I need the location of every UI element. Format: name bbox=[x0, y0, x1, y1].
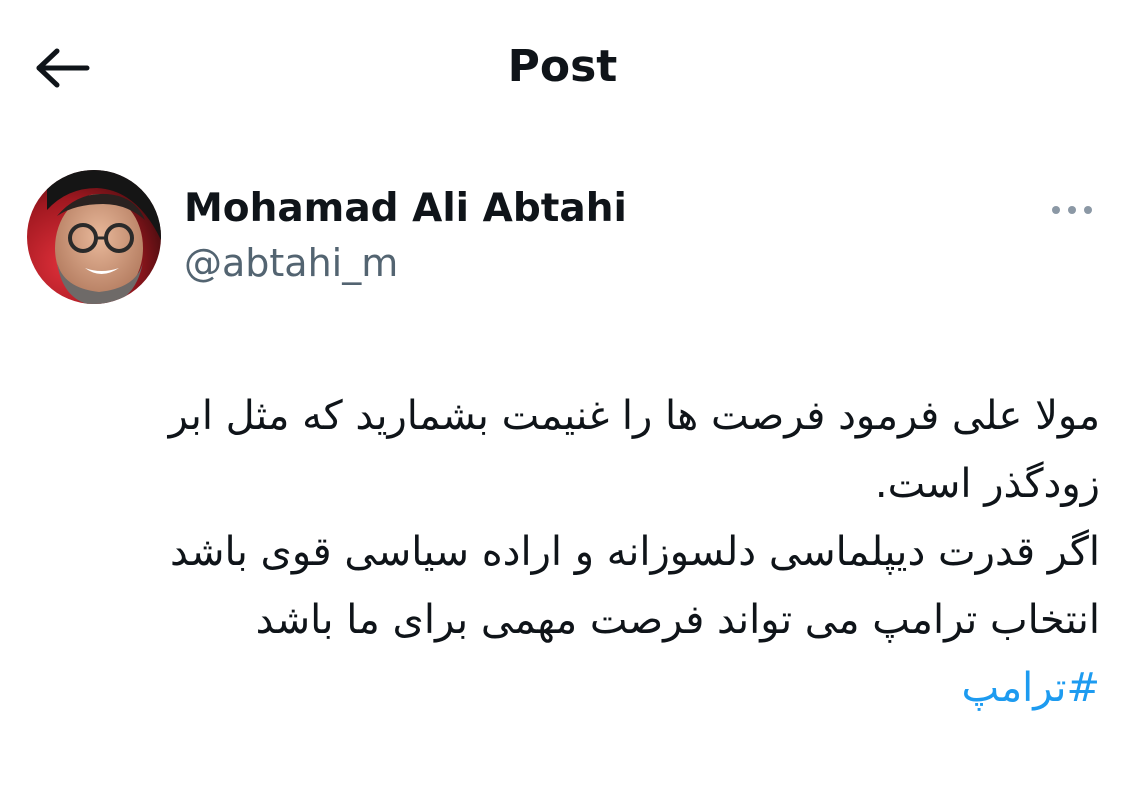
more-options-button[interactable] bbox=[1040, 190, 1104, 230]
tweet-line: اگر قدرت دیپلماسی دلسوزانه و اراده سیاسی… bbox=[170, 529, 1100, 575]
hashtag-link[interactable]: #ترامپ bbox=[20, 654, 1100, 722]
profile-photo bbox=[27, 170, 161, 304]
tweet-text: مولا علی فرمود فرصت ها را غنیمت بشمارید … bbox=[20, 382, 1100, 722]
author-display-name[interactable]: Mohamad Ali Abtahi bbox=[184, 183, 627, 235]
page-title: Post bbox=[507, 41, 618, 92]
author-handle[interactable]: @abtahi_m bbox=[184, 238, 398, 288]
more-horizontal-icon bbox=[1052, 206, 1092, 214]
tweet-line: مولا علی فرمود فرصت ها را غنیمت بشمارید … bbox=[168, 393, 1100, 439]
avatar[interactable] bbox=[27, 170, 161, 304]
tweet-line: زودگذر است. bbox=[874, 461, 1100, 507]
top-bar: Post bbox=[0, 0, 1125, 135]
tweet-line: انتخاب ترامپ می تواند فرصت مهمی برای ما … bbox=[255, 597, 1100, 643]
